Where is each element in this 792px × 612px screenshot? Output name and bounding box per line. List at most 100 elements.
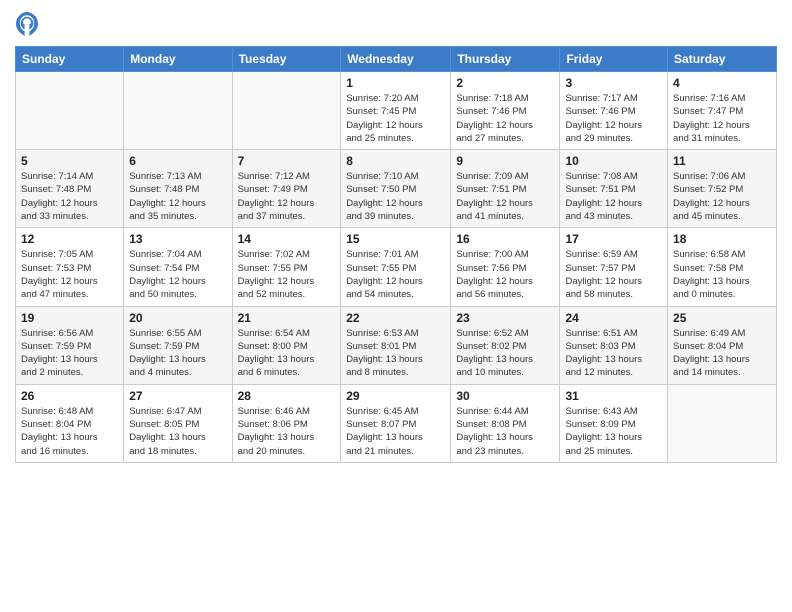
day-info: Sunrise: 6:55 AM Sunset: 7:59 PM Dayligh…	[129, 327, 226, 380]
day-info: Sunrise: 6:51 AM Sunset: 8:03 PM Dayligh…	[565, 327, 662, 380]
calendar-cell: 27 Sunrise: 6:47 AM Sunset: 8:05 PM Dayli…	[124, 384, 232, 462]
calendar-cell: 16 Sunrise: 7:00 AM Sunset: 7:56 PM Dayli…	[451, 228, 560, 306]
day-info: Sunrise: 7:08 AM Sunset: 7:51 PM Dayligh…	[565, 170, 662, 223]
day-number: 14	[238, 232, 336, 246]
day-number: 12	[21, 232, 118, 246]
calendar-cell: 23 Sunrise: 6:52 AM Sunset: 8:02 PM Dayli…	[451, 306, 560, 384]
day-info: Sunrise: 6:45 AM Sunset: 8:07 PM Dayligh…	[346, 405, 445, 458]
day-number: 18	[673, 232, 771, 246]
day-info: Sunrise: 6:46 AM Sunset: 8:06 PM Dayligh…	[238, 405, 336, 458]
day-number: 17	[565, 232, 662, 246]
calendar-cell: 28Sunrise: 6:46 AM Sunset: 8:06 PM Dayli…	[232, 384, 341, 462]
calendar-cell	[232, 72, 341, 150]
day-number: 22	[346, 311, 445, 325]
week-row-2: 12 Sunrise: 7:05 AM Sunset: 7:53 PM Dayli…	[16, 228, 777, 306]
calendar-cell: 8 Sunrise: 7:10 AM Sunset: 7:50 PM Daylig…	[341, 150, 451, 228]
calendar-cell: 9Sunrise: 7:09 AM Sunset: 7:51 PM Daylig…	[451, 150, 560, 228]
day-number: 8	[346, 154, 445, 168]
day-info: Sunrise: 6:43 AM Sunset: 8:09 PM Dayligh…	[565, 405, 662, 458]
week-row-0: 1Sunrise: 7:20 AM Sunset: 7:45 PM Daylig…	[16, 72, 777, 150]
day-info: Sunrise: 7:01 AM Sunset: 7:55 PM Dayligh…	[346, 248, 445, 301]
day-info: Sunrise: 7:14 AM Sunset: 7:48 PM Dayligh…	[21, 170, 118, 223]
day-number: 5	[21, 154, 118, 168]
day-number: 16	[456, 232, 554, 246]
day-info: Sunrise: 7:12 AM Sunset: 7:49 PM Dayligh…	[238, 170, 336, 223]
day-info: Sunrise: 7:04 AM Sunset: 7:54 PM Dayligh…	[129, 248, 226, 301]
day-number: 21	[238, 311, 336, 325]
day-number: 7	[238, 154, 336, 168]
day-info: Sunrise: 6:53 AM Sunset: 8:01 PM Dayligh…	[346, 327, 445, 380]
calendar-cell: 29 Sunrise: 6:45 AM Sunset: 8:07 PM Dayli…	[341, 384, 451, 462]
day-info: Sunrise: 7:10 AM Sunset: 7:50 PM Dayligh…	[346, 170, 445, 223]
calendar-cell: 26 Sunrise: 6:48 AM Sunset: 8:04 PM Dayli…	[16, 384, 124, 462]
day-number: 23	[456, 311, 554, 325]
day-info: Sunrise: 6:58 AM Sunset: 7:58 PM Dayligh…	[673, 248, 771, 301]
calendar-cell	[124, 72, 232, 150]
day-info: Sunrise: 7:06 AM Sunset: 7:52 PM Dayligh…	[673, 170, 771, 223]
day-info: Sunrise: 7:02 AM Sunset: 7:55 PM Dayligh…	[238, 248, 336, 301]
weekday-header-tuesday: Tuesday	[232, 47, 341, 72]
day-number: 20	[129, 311, 226, 325]
day-number: 26	[21, 389, 118, 403]
calendar-cell	[16, 72, 124, 150]
calendar-cell: 21 Sunrise: 6:54 AM Sunset: 8:00 PM Dayli…	[232, 306, 341, 384]
logo	[15, 10, 43, 38]
day-number: 29	[346, 389, 445, 403]
weekday-header-friday: Friday	[560, 47, 668, 72]
day-number: 19	[21, 311, 118, 325]
day-info: Sunrise: 7:05 AM Sunset: 7:53 PM Dayligh…	[21, 248, 118, 301]
calendar-cell: 5 Sunrise: 7:14 AM Sunset: 7:48 PM Daylig…	[16, 150, 124, 228]
day-info: Sunrise: 6:59 AM Sunset: 7:57 PM Dayligh…	[565, 248, 662, 301]
weekday-header-monday: Monday	[124, 47, 232, 72]
day-info: Sunrise: 7:18 AM Sunset: 7:46 PM Dayligh…	[456, 92, 554, 145]
day-number: 2	[456, 76, 554, 90]
calendar-cell: 31 Sunrise: 6:43 AM Sunset: 8:09 PM Dayli…	[560, 384, 668, 462]
day-info: Sunrise: 6:47 AM Sunset: 8:05 PM Dayligh…	[129, 405, 226, 458]
calendar-cell: 3 Sunrise: 7:17 AM Sunset: 7:46 PM Daylig…	[560, 72, 668, 150]
week-row-4: 26 Sunrise: 6:48 AM Sunset: 8:04 PM Dayli…	[16, 384, 777, 462]
day-info: Sunrise: 7:13 AM Sunset: 7:48 PM Dayligh…	[129, 170, 226, 223]
calendar-cell: 12 Sunrise: 7:05 AM Sunset: 7:53 PM Dayli…	[16, 228, 124, 306]
weekday-header-thursday: Thursday	[451, 47, 560, 72]
day-info: Sunrise: 6:54 AM Sunset: 8:00 PM Dayligh…	[238, 327, 336, 380]
weekday-header-wednesday: Wednesday	[341, 47, 451, 72]
calendar-cell: 7 Sunrise: 7:12 AM Sunset: 7:49 PM Daylig…	[232, 150, 341, 228]
day-number: 10	[565, 154, 662, 168]
day-info: Sunrise: 6:52 AM Sunset: 8:02 PM Dayligh…	[456, 327, 554, 380]
logo-icon	[15, 10, 39, 38]
day-number: 31	[565, 389, 662, 403]
calendar-cell: 18 Sunrise: 6:58 AM Sunset: 7:58 PM Dayli…	[668, 228, 777, 306]
header	[15, 10, 777, 38]
day-info: Sunrise: 6:56 AM Sunset: 7:59 PM Dayligh…	[21, 327, 118, 380]
calendar-cell: 30 Sunrise: 6:44 AM Sunset: 8:08 PM Dayli…	[451, 384, 560, 462]
day-info: Sunrise: 7:00 AM Sunset: 7:56 PM Dayligh…	[456, 248, 554, 301]
calendar-cell: 15 Sunrise: 7:01 AM Sunset: 7:55 PM Dayli…	[341, 228, 451, 306]
day-number: 30	[456, 389, 554, 403]
week-row-3: 19 Sunrise: 6:56 AM Sunset: 7:59 PM Dayli…	[16, 306, 777, 384]
day-number: 11	[673, 154, 771, 168]
day-info: Sunrise: 6:48 AM Sunset: 8:04 PM Dayligh…	[21, 405, 118, 458]
day-number: 3	[565, 76, 662, 90]
day-info: Sunrise: 7:20 AM Sunset: 7:45 PM Dayligh…	[346, 92, 445, 145]
day-info: Sunrise: 7:17 AM Sunset: 7:46 PM Dayligh…	[565, 92, 662, 145]
calendar-cell	[668, 384, 777, 462]
calendar-cell: 6 Sunrise: 7:13 AM Sunset: 7:48 PM Daylig…	[124, 150, 232, 228]
calendar-cell: 10 Sunrise: 7:08 AM Sunset: 7:51 PM Dayli…	[560, 150, 668, 228]
weekday-header-row: SundayMondayTuesdayWednesdayThursdayFrid…	[16, 47, 777, 72]
calendar-cell: 13 Sunrise: 7:04 AM Sunset: 7:54 PM Dayli…	[124, 228, 232, 306]
day-info: Sunrise: 7:16 AM Sunset: 7:47 PM Dayligh…	[673, 92, 771, 145]
calendar-cell: 1Sunrise: 7:20 AM Sunset: 7:45 PM Daylig…	[341, 72, 451, 150]
page: SundayMondayTuesdayWednesdayThursdayFrid…	[0, 0, 792, 612]
day-number: 15	[346, 232, 445, 246]
day-info: Sunrise: 7:09 AM Sunset: 7:51 PM Dayligh…	[456, 170, 554, 223]
calendar-table: SundayMondayTuesdayWednesdayThursdayFrid…	[15, 46, 777, 463]
day-number: 13	[129, 232, 226, 246]
day-info: Sunrise: 6:44 AM Sunset: 8:08 PM Dayligh…	[456, 405, 554, 458]
weekday-header-saturday: Saturday	[668, 47, 777, 72]
calendar-cell: 25Sunrise: 6:49 AM Sunset: 8:04 PM Dayli…	[668, 306, 777, 384]
calendar-cell: 17 Sunrise: 6:59 AM Sunset: 7:57 PM Dayli…	[560, 228, 668, 306]
calendar-cell: 24 Sunrise: 6:51 AM Sunset: 8:03 PM Dayli…	[560, 306, 668, 384]
day-number: 24	[565, 311, 662, 325]
day-number: 27	[129, 389, 226, 403]
day-number: 6	[129, 154, 226, 168]
